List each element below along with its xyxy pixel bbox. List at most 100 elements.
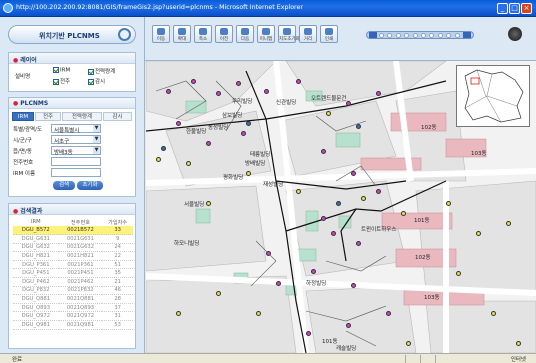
meter-marker-icon[interactable] bbox=[241, 131, 246, 136]
table-row[interactable]: DGU_Q881 0021Q881 28 bbox=[13, 294, 133, 304]
zoom-level-dot[interactable] bbox=[412, 33, 418, 38]
meter-marker-icon[interactable] bbox=[306, 331, 311, 336]
layer-check-irm[interactable]: IRM bbox=[53, 67, 70, 74]
alarm-icon[interactable] bbox=[508, 27, 522, 41]
tab-monitor[interactable]: 감시 bbox=[103, 112, 132, 121]
minimize-button[interactable]: _ bbox=[497, 3, 508, 14]
table-row[interactable]: DGU_H821 0021H821 22 bbox=[13, 251, 133, 261]
meter-marker-icon[interactable] bbox=[191, 79, 196, 84]
toolbar-button-pan[interactable]: 이동 bbox=[152, 25, 170, 43]
toolbar-button-zoom-out[interactable]: 축소 bbox=[194, 25, 212, 43]
toolbar-button-minimap[interactable]: 미니맵 bbox=[257, 25, 275, 43]
table-row[interactable]: DGU_B572 0021B572 33 bbox=[13, 226, 133, 236]
meter-marker-icon[interactable] bbox=[376, 189, 381, 194]
toolbar-button-zoom-in[interactable]: 확대 bbox=[173, 25, 191, 43]
pole-marker-icon[interactable] bbox=[186, 161, 191, 166]
meter-marker-icon[interactable] bbox=[264, 89, 269, 94]
meter-marker-icon[interactable] bbox=[236, 81, 241, 86]
irm-name-input[interactable] bbox=[51, 168, 101, 177]
tab-irm[interactable]: IRM bbox=[12, 112, 34, 121]
meter-marker-icon[interactable] bbox=[296, 79, 301, 84]
pole-number-input[interactable] bbox=[51, 157, 101, 166]
table-row[interactable]: DGU_Q972 0021Q972 31 bbox=[13, 311, 133, 322]
district-select[interactable]: 서초구 ▼ bbox=[51, 135, 101, 145]
pole-marker-icon[interactable] bbox=[506, 221, 511, 226]
meter-marker-icon[interactable] bbox=[386, 311, 391, 316]
pole-marker-icon[interactable] bbox=[246, 171, 251, 176]
meter-marker-icon[interactable] bbox=[321, 149, 326, 154]
meter-marker-icon[interactable] bbox=[276, 281, 281, 286]
zoom-level-dot[interactable] bbox=[454, 33, 460, 38]
tab-pole[interactable]: 전주 bbox=[35, 112, 61, 121]
meter-marker-icon[interactable] bbox=[376, 91, 381, 96]
pole-marker-icon[interactable] bbox=[326, 111, 331, 116]
layer-check-pole[interactable]: 전주 bbox=[53, 77, 70, 85]
search-icon[interactable] bbox=[118, 28, 131, 41]
reset-button[interactable]: 초기화 bbox=[77, 181, 103, 190]
meter-marker-icon[interactable] bbox=[331, 231, 336, 236]
pole-marker-icon[interactable] bbox=[406, 341, 411, 346]
pole-marker-icon[interactable] bbox=[206, 201, 211, 206]
pole-marker-icon[interactable] bbox=[446, 201, 451, 206]
meter-marker-icon[interactable] bbox=[166, 89, 171, 94]
table-row[interactable]: DGU_P462 0021P462 21 bbox=[13, 277, 133, 287]
pole-marker-icon[interactable] bbox=[256, 311, 261, 316]
close-button[interactable]: × bbox=[521, 3, 532, 14]
meter-marker-icon[interactable] bbox=[266, 251, 271, 256]
pole-marker-icon[interactable] bbox=[516, 341, 521, 346]
meter-marker-icon[interactable] bbox=[351, 171, 356, 176]
table-row[interactable]: DGU_P832 0021P832 46 bbox=[13, 286, 133, 296]
dong-select[interactable]: 방배3동 ▼ bbox=[51, 146, 101, 156]
toolbar-button-reset-map[interactable]: 지도초기화 bbox=[278, 25, 300, 43]
pole-marker-icon[interactable] bbox=[491, 311, 496, 316]
pole-marker-icon[interactable] bbox=[361, 196, 366, 201]
meter-marker-icon[interactable] bbox=[321, 216, 326, 221]
zoom-level-dot[interactable] bbox=[437, 33, 443, 38]
irm-marker-icon[interactable] bbox=[336, 201, 341, 206]
meter-marker-icon[interactable] bbox=[346, 323, 351, 328]
meter-marker-icon[interactable] bbox=[176, 121, 181, 126]
meter-marker-icon[interactable] bbox=[346, 101, 351, 106]
pole-marker-icon[interactable] bbox=[476, 231, 481, 236]
zoom-level-dot[interactable] bbox=[429, 33, 435, 38]
table-row[interactable]: DGU_G631 0021G631 9 bbox=[13, 234, 133, 244]
maximize-button[interactable]: □ bbox=[509, 3, 520, 14]
tab-meter[interactable]: 전력량계 bbox=[62, 112, 102, 121]
table-row[interactable]: DGU_Q893 0021Q893 37 bbox=[13, 303, 133, 313]
irm-marker-icon[interactable] bbox=[161, 146, 166, 151]
pole-marker-icon[interactable] bbox=[156, 157, 161, 162]
toolbar-button-print[interactable]: 인쇄 bbox=[320, 25, 338, 43]
layer-check-monitor[interactable]: 감시 bbox=[88, 77, 105, 85]
meter-marker-icon[interactable] bbox=[356, 241, 361, 246]
table-row[interactable]: DGU_P361 0021P361 51 bbox=[13, 260, 133, 270]
zoom-level-dot[interactable] bbox=[446, 33, 452, 38]
meter-marker-icon[interactable] bbox=[311, 269, 316, 274]
toolbar-button-back[interactable]: 이전 bbox=[215, 25, 233, 43]
province-select[interactable]: 서울특별시 ▼ bbox=[51, 124, 101, 134]
pole-marker-icon[interactable] bbox=[176, 311, 181, 316]
meter-marker-icon[interactable] bbox=[206, 141, 211, 146]
irm-marker-icon[interactable] bbox=[246, 121, 251, 126]
minimap[interactable] bbox=[456, 65, 530, 127]
zoom-level-dot[interactable] bbox=[387, 33, 393, 38]
zoom-level-dot[interactable] bbox=[421, 33, 426, 38]
table-row[interactable]: DGU_Q981 0021Q981 53 bbox=[13, 320, 133, 330]
pole-marker-icon[interactable] bbox=[216, 291, 221, 296]
meter-marker-icon[interactable] bbox=[351, 283, 356, 288]
zoom-level-dot[interactable] bbox=[379, 33, 384, 38]
table-row[interactable]: DGU_P451 0021P451 35 bbox=[13, 268, 133, 279]
zoom-level-dot[interactable] bbox=[404, 33, 410, 38]
zoom-slider[interactable] bbox=[366, 31, 474, 39]
search-button[interactable]: 검색 bbox=[53, 181, 75, 190]
zoom-level-dot[interactable] bbox=[395, 33, 401, 38]
table-row[interactable]: DGU_G632 0021G632 24 bbox=[13, 243, 133, 253]
map-view[interactable]: 우리빌딩 신관빌딩 오트렌드물문건 삼보빌딩 한불빌딩 동성빌딩 태릉빌딩 방배… bbox=[146, 61, 536, 353]
meter-marker-icon[interactable] bbox=[216, 91, 221, 96]
pole-marker-icon[interactable] bbox=[456, 271, 461, 276]
pole-marker-icon[interactable] bbox=[401, 211, 406, 216]
toolbar-button-distance[interactable]: 거리 bbox=[299, 25, 317, 43]
toolbar-button-forward[interactable]: 다음 bbox=[236, 25, 254, 43]
irm-marker-icon[interactable] bbox=[356, 124, 361, 129]
layer-check-meter[interactable]: 전력량계 bbox=[88, 67, 115, 75]
pole-marker-icon[interactable] bbox=[296, 189, 301, 194]
